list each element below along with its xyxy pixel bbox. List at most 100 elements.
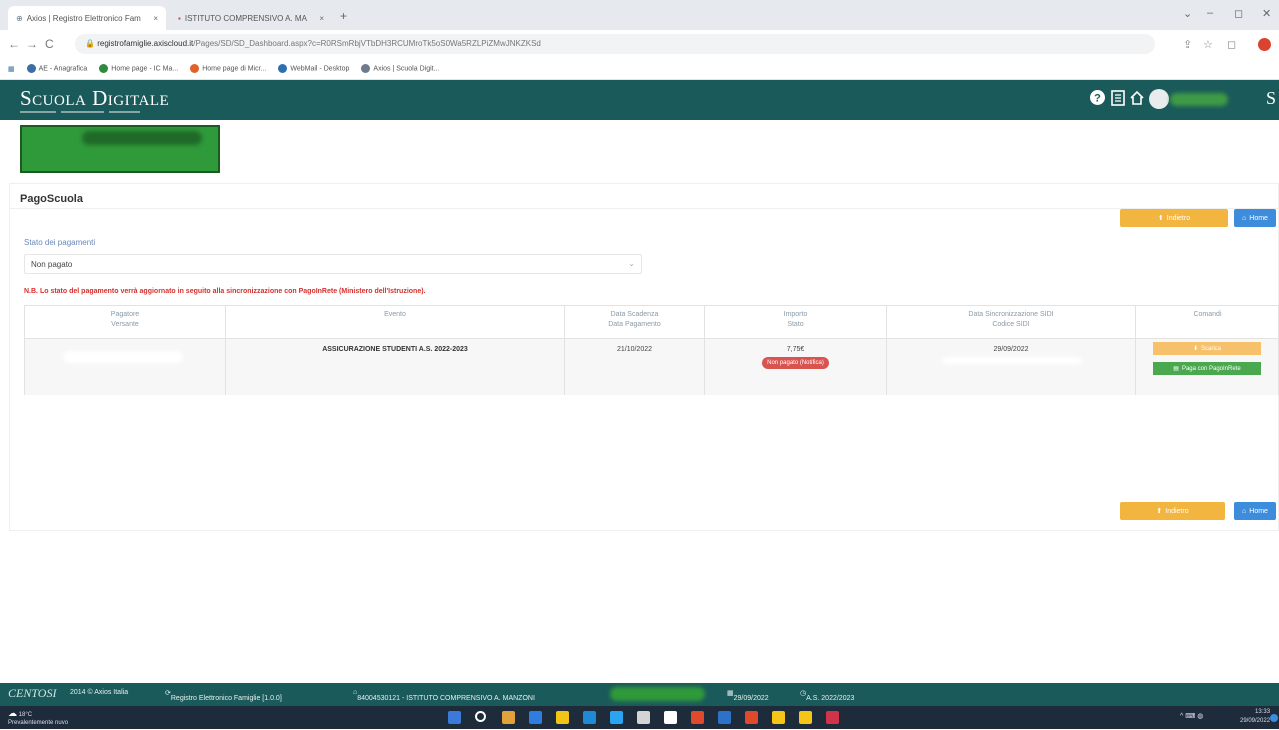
weather-widget[interactable]: ☁ 18°C Prevalentemente nuvoloso	[8, 709, 68, 730]
home-icon: ⌂	[1242, 214, 1247, 222]
bookmark-favicon-icon	[190, 64, 200, 73]
bookmark-favicon-icon	[99, 64, 109, 73]
download-icon: ⬇	[1192, 346, 1198, 352]
stato-label: Stato dei pagamenti	[24, 238, 96, 247]
taskbar-app-icon[interactable]	[799, 711, 812, 724]
url-path: /Pages/SD/SD_Dashboard.aspx?c=R0RSmRbjVT…	[193, 39, 541, 48]
forward-arrow-icon[interactable]: →	[26, 37, 38, 51]
clock[interactable]: 13:33 29/09/2022	[1240, 708, 1270, 726]
tab-close-icon[interactable]: ×	[153, 14, 158, 23]
back-button-bottom[interactable]: ⬆ Indietro	[1120, 502, 1225, 520]
bookmark-star-icon[interactable]: ☆	[1203, 38, 1213, 51]
taskbar-app-icon[interactable]	[448, 711, 461, 724]
taskbar-app-icon[interactable]	[691, 711, 704, 724]
taskbar-app-icon[interactable]	[772, 711, 785, 724]
taskbar-app-icon[interactable]	[610, 711, 623, 724]
taskbar-app-icon[interactable]	[529, 711, 542, 724]
address-bar-row: ← → C 🔒 registrofamiglie.axiscloud.it/Pa…	[0, 30, 1279, 58]
status-badge: Non pagato (Notifica)	[762, 357, 829, 369]
cell-evento: ASSICURAZIONE STUDENTI A.S. 2022-2023	[226, 339, 565, 395]
bookmark-item[interactable]: Axios | Scuola Digit...	[361, 64, 439, 73]
browser-tab-school[interactable]: ▪ ISTITUTO COMPRENSIVO A. MA ×	[170, 6, 332, 30]
maximize-button[interactable]: ◻	[1234, 7, 1243, 20]
profile-avatar[interactable]	[1258, 38, 1271, 51]
page-title: PagoScuola	[20, 193, 83, 205]
col-header-comandi: Comandi	[1193, 311, 1222, 318]
bookmark-item[interactable]: WebMail - Desktop	[278, 64, 349, 73]
taskbar-app-icon[interactable]	[745, 711, 758, 724]
browser-tab-axios[interactable]: ⊕ Axios | Registro Elettronico Fam ×	[8, 6, 166, 30]
taskbar-app-icon[interactable]	[826, 711, 839, 724]
lock-icon: 🔒	[85, 39, 95, 48]
app-header: Scuola Digitale ? S	[0, 80, 1279, 120]
tab-search-icon[interactable]: ⌄	[1183, 7, 1192, 20]
taskbar-app-icon[interactable]	[583, 711, 596, 724]
app-brand[interactable]: Scuola Digitale	[20, 86, 169, 111]
taskbar-app-icon[interactable]	[556, 711, 569, 724]
centosi-logo: CENTOSI	[8, 686, 57, 700]
tab-favicon-icon: ⊕	[16, 13, 23, 23]
tab-title: ISTITUTO COMPRENSIVO A. MA	[184, 13, 307, 23]
pay-pagoinrete-button[interactable]: ▤ Paga con PagoInRete	[1153, 362, 1261, 375]
chevron-down-icon: ⌄	[628, 259, 635, 268]
col-header-importo: Importo Stato	[705, 306, 887, 339]
brand-underline	[20, 111, 140, 113]
os-taskbar: ☁ 18°C Prevalentemente nuvoloso ^ ⌨ ◍ 13…	[0, 706, 1279, 729]
footer-product: ⟳ Registro Elettronico Famiglie [1.0.0]	[165, 690, 282, 702]
cell-sidi: 29/09/2022	[887, 339, 1136, 395]
browser-tab-bar: ⊕ Axios | Registro Elettronico Fam × ▪ I…	[0, 0, 1279, 30]
system-tray-icons[interactable]: ^ ⌨ ◍	[1180, 712, 1203, 720]
col-header-evento: Evento	[226, 306, 565, 339]
home-button-bottom[interactable]: ⌂ Home	[1234, 502, 1276, 520]
taskbar-app-icon[interactable]	[664, 711, 677, 724]
evento-text: ASSICURAZIONE STUDENTI A.S. 2022-2023	[322, 346, 468, 353]
bookmark-favicon-icon	[278, 64, 288, 73]
taskbar-app-icon[interactable]	[718, 711, 731, 724]
user-avatar[interactable]	[1149, 89, 1169, 109]
redacted-footer-user	[610, 687, 705, 701]
stato-select-value: Non pagato	[31, 260, 73, 269]
bookmark-item[interactable]: AE - Anagrafica	[26, 64, 87, 73]
reload-icon[interactable]: C	[45, 37, 54, 51]
tab-favicon-icon: ▪	[178, 13, 181, 23]
payments-table: Pagatore Versante Evento Data Scadenza Dat…	[24, 305, 1279, 395]
register-icon[interactable]	[1111, 90, 1125, 111]
sync-note: N.B. Lo stato del pagamento verrà aggior…	[24, 288, 426, 295]
home-button-top[interactable]: ⌂ Home	[1234, 209, 1276, 227]
download-button[interactable]: ⬇ Scarica	[1153, 342, 1261, 355]
apps-grid-icon[interactable]: ▦	[8, 65, 15, 73]
stato-select[interactable]: Non pagato ⌄	[24, 254, 642, 274]
sidebar-icon[interactable]: ◻	[1227, 38, 1236, 51]
cell-importo: 7,75€ Non pagato (Notifica)	[705, 339, 887, 395]
title-divider	[10, 208, 1279, 209]
new-tab-button[interactable]: +	[340, 9, 347, 23]
card-icon: ▤	[1173, 366, 1179, 372]
sync-date-text: 29/09/2022	[993, 346, 1029, 353]
back-button-top[interactable]: ⬆ Indietro	[1120, 209, 1228, 227]
col-header-sidi: Data Sincronizzazione SIDI Codice SIDI	[887, 306, 1136, 339]
minimize-button[interactable]: –	[1207, 7, 1213, 19]
col-header-date: Data Scadenza Data Pagamento	[565, 306, 705, 339]
back-arrow-icon[interactable]: ←	[8, 37, 20, 51]
taskbar-app-icon[interactable]	[502, 711, 515, 724]
help-icon[interactable]: ?	[1089, 89, 1106, 111]
footer-copyright: 2014 © Axios Italia	[70, 689, 129, 696]
redacted-user-name	[1170, 93, 1228, 106]
url-input[interactable]: 🔒 registrofamiglie.axiscloud.it/Pages/SD…	[75, 34, 1155, 54]
back-arrow-icon: ⬆	[1156, 508, 1163, 515]
svg-text:?: ?	[1094, 93, 1101, 105]
header-clipped-text: S	[1266, 88, 1277, 108]
close-window-button[interactable]: ✕	[1262, 7, 1271, 20]
bookmark-item[interactable]: Home page - IC Ma...	[99, 64, 178, 73]
share-icon[interactable]: ⇪	[1183, 38, 1192, 51]
tab-close-icon[interactable]: ×	[319, 14, 324, 23]
notification-icon[interactable]	[1270, 714, 1278, 722]
taskbar-app-icon[interactable]	[637, 711, 650, 724]
scadenza-text: 21/10/2022	[616, 346, 653, 353]
footer-date: ▦ 29/09/2022	[727, 690, 769, 702]
home-icon[interactable]	[1129, 90, 1145, 111]
taskbar-app-icon[interactable]	[475, 711, 486, 722]
bookmark-item[interactable]: Home page di Micr...	[190, 64, 266, 73]
redacted-sidi-code	[942, 357, 1082, 364]
cell-scadenza: 21/10/2022	[565, 339, 705, 395]
